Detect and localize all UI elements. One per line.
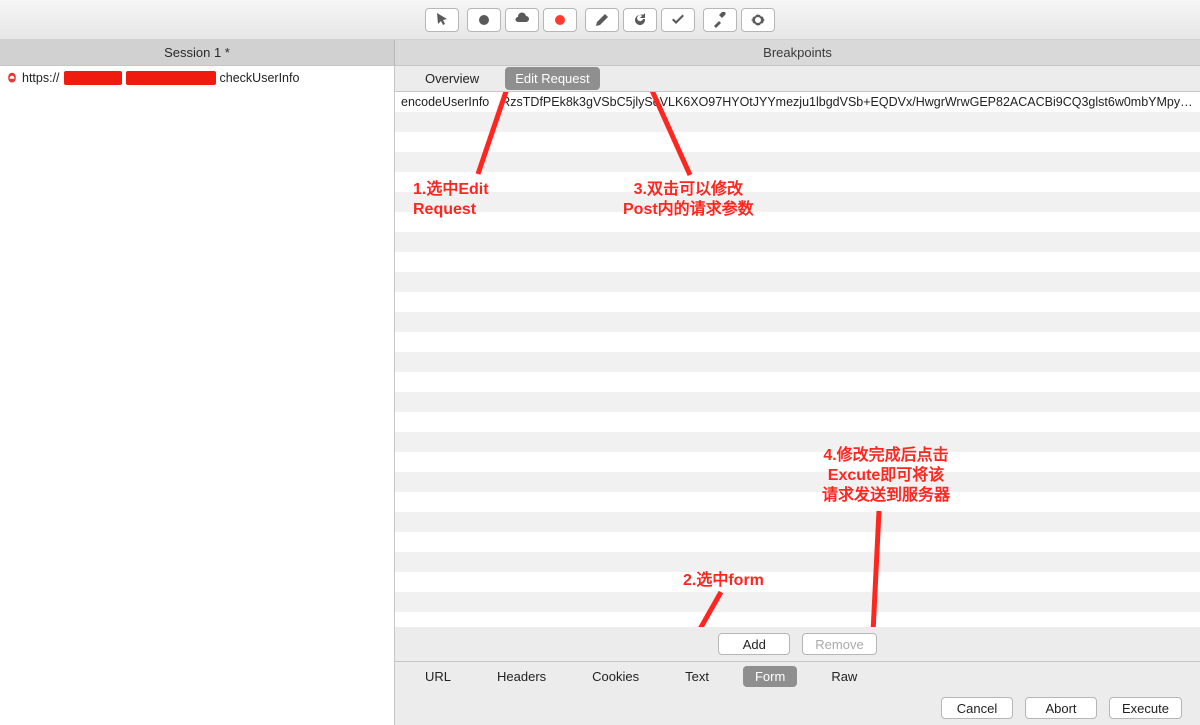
abort-button[interactable]: Abort [1025, 697, 1097, 719]
cell-key[interactable]: encodeUserInfo [401, 95, 489, 109]
top-toolbar [0, 0, 1200, 40]
tab-form[interactable]: Form [743, 666, 797, 687]
redaction [126, 71, 216, 85]
checkmark-icon[interactable] [661, 8, 695, 32]
cell-value[interactable]: RzsTDfPEk8k3gVSbC5jlySqVLK6XO97HYOtJYYme… [501, 95, 1194, 109]
add-button[interactable]: Add [718, 633, 790, 655]
record-red-icon[interactable] [543, 8, 577, 32]
list-url-prefix: https:// [22, 71, 60, 85]
request-list: https:// checkUserInfo [0, 66, 395, 725]
detail-panel: Overview Edit Request encodeUserInfo [395, 66, 1200, 725]
list-url-suffix: checkUserInfo [220, 71, 300, 85]
refresh-icon[interactable] [623, 8, 657, 32]
tab-edit-request[interactable]: Edit Request [505, 67, 599, 90]
tools-icon[interactable] [703, 8, 737, 32]
cancel-button[interactable]: Cancel [941, 697, 1013, 719]
remove-button[interactable]: Remove [802, 633, 876, 655]
cloud-icon[interactable] [505, 8, 539, 32]
row-buttons: Add Remove [395, 627, 1200, 661]
tab-session[interactable]: Session 1 * [0, 40, 395, 65]
tab-raw[interactable]: Raw [819, 666, 869, 687]
tab-overview[interactable]: Overview [415, 67, 489, 90]
stripe-bg [395, 92, 1200, 627]
action-buttons: Cancel Abort Execute [395, 691, 1200, 725]
session-tabs: Session 1 * Breakpoints [0, 40, 1200, 66]
detail-tabs: Overview Edit Request [395, 66, 1200, 92]
tab-breakpoints[interactable]: Breakpoints [395, 40, 1200, 65]
redaction [64, 71, 122, 85]
lock-icon [6, 72, 18, 84]
pencil-icon[interactable] [585, 8, 619, 32]
gear-icon[interactable] [741, 8, 775, 32]
tab-text[interactable]: Text [673, 666, 721, 687]
body-tabs: URL Headers Cookies Text Form Raw [395, 661, 1200, 691]
tab-cookies[interactable]: Cookies [580, 666, 651, 687]
form-grid[interactable]: encodeUserInfo RzsTDfPEk8k3gVSbC5jlySqVL… [395, 92, 1200, 627]
execute-button[interactable]: Execute [1109, 697, 1182, 719]
record-icon[interactable] [467, 8, 501, 32]
pointer-icon[interactable] [425, 8, 459, 32]
tab-url[interactable]: URL [413, 666, 463, 687]
list-item[interactable]: https:// checkUserInfo [0, 69, 394, 87]
table-row[interactable]: encodeUserInfo RzsTDfPEk8k3gVSbC5jlySqVL… [395, 92, 1200, 112]
tab-headers[interactable]: Headers [485, 666, 558, 687]
